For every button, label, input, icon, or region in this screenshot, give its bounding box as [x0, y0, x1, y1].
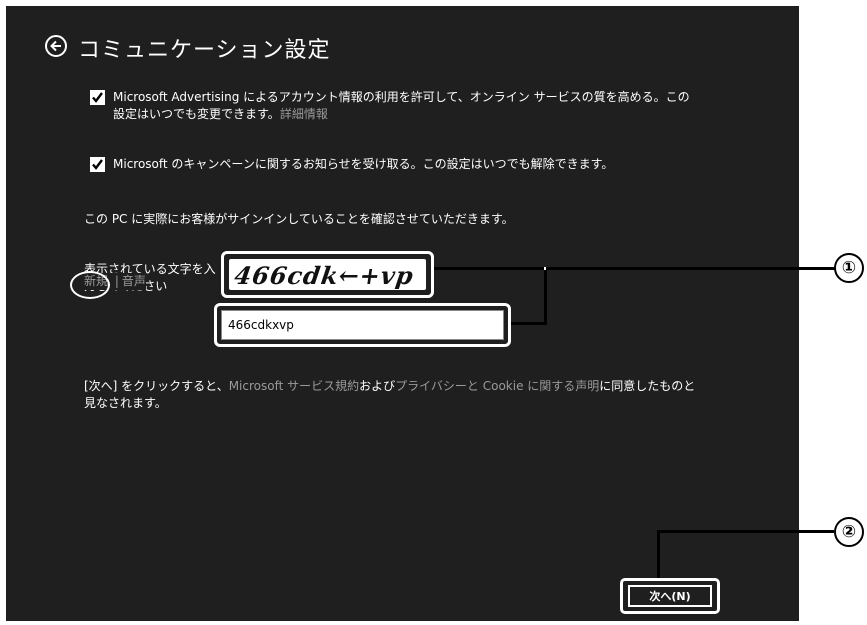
captcha-frame: 466cdk←+vp [221, 251, 434, 298]
captcha-input[interactable] [222, 311, 503, 339]
advertising-checkbox[interactable] [90, 90, 105, 105]
captcha-input-frame [214, 303, 511, 347]
captcha-text: 466cdk←+vp [233, 261, 416, 290]
campaign-checkbox[interactable] [90, 157, 105, 172]
service-terms-link[interactable]: Microsoft サービス規約 [229, 379, 359, 393]
callout-1-marker: ① [834, 253, 864, 283]
advertising-option-line1: Microsoft Advertising によるアカウント情報の利用を許可して… [113, 90, 690, 104]
verify-notice: この PC に実際にお客様がサインインしていることを確認させていただきます。 [84, 212, 514, 226]
callout-1-line-vertical [544, 267, 547, 324]
callout-2-line-vertical [657, 530, 660, 578]
advertising-option-line2: 設定はいつでも変更できます。詳細情報 [113, 107, 328, 121]
captcha-input-box [221, 310, 504, 340]
privacy-link[interactable]: プライバシーと Cookie に関する声明 [395, 379, 599, 393]
audio-captcha-link[interactable]: 音声 [122, 274, 146, 288]
terms-line1: [次へ] をクリックすると、Microsoft サービス規約およびプライバシーと… [84, 379, 696, 393]
campaign-option-text: Microsoft のキャンペーンに関するお知らせを受け取る。この設定はいつでも… [113, 157, 614, 171]
back-arrow-icon[interactable] [45, 35, 67, 57]
callout-1-leader [546, 267, 835, 270]
callout-2-marker: ② [834, 517, 864, 547]
details-link[interactable]: 詳細情報 [280, 107, 328, 121]
callout-1-line-bottom [511, 322, 547, 325]
page-title: コミュニケーション設定 [78, 38, 331, 63]
new-link-highlight-ring [70, 271, 110, 299]
callout-1-line-top [434, 267, 546, 270]
next-button-frame: 次へ(N) [620, 578, 720, 614]
callout-2-leader [657, 530, 834, 533]
next-button[interactable]: 次へ(N) [628, 585, 712, 607]
terms-line2: 見なされます。 [84, 396, 167, 410]
captcha-image: 466cdk←+vp [229, 259, 426, 290]
